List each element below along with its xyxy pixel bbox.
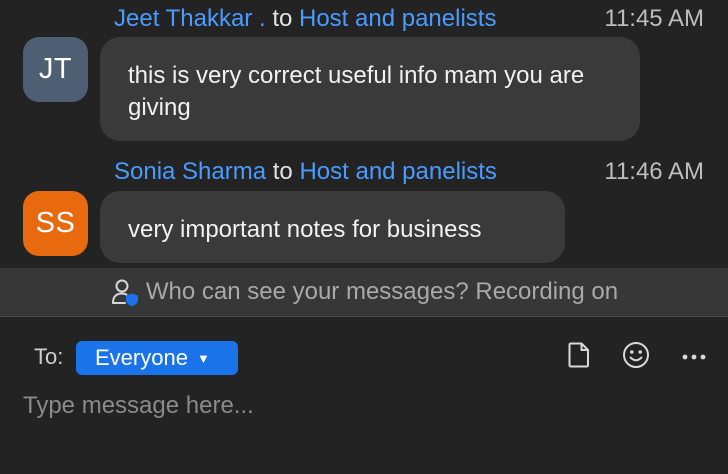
caret-down-icon: ▼ [196, 350, 210, 366]
message-recipient[interactable]: Host and panelists [299, 5, 496, 32]
message-connector: to [272, 158, 293, 185]
emoji-button[interactable] [621, 341, 651, 373]
person-shield-icon [110, 277, 140, 307]
message-input[interactable]: Type message here... [23, 392, 254, 420]
emoji-icon [622, 341, 650, 374]
message-bubble: this is very correct useful info mam you… [100, 37, 640, 141]
message-time: 11:45 AM [604, 5, 704, 32]
message-bubble: very important notes for business [100, 191, 565, 263]
sender-name[interactable]: Jeet Thakkar . [114, 5, 266, 32]
file-button[interactable] [564, 341, 594, 373]
notice-text: Who can see your messages? Recording on [145, 278, 619, 305]
avatar: SS [23, 191, 88, 256]
sender-name[interactable]: Sonia Sharma [114, 158, 266, 185]
message-composer: To: Everyone ▼ Type message here... [0, 317, 728, 474]
chat-message: Jeet Thakkar . to Host and panelists 11:… [0, 2, 728, 142]
message-time: 11:46 AM [604, 158, 704, 185]
recipient-dropdown-label: Everyone [95, 345, 188, 370]
file-icon [566, 341, 592, 374]
message-connector: to [272, 5, 293, 32]
more-button[interactable] [679, 341, 709, 373]
message-recipient[interactable]: Host and panelists [299, 158, 496, 185]
chat-message: Sonia Sharma to Host and panelists 11:46… [0, 155, 728, 265]
chat-panel: Jeet Thakkar . to Host and panelists 11:… [0, 0, 728, 474]
avatar: JT [23, 37, 88, 102]
more-icon [681, 348, 707, 366]
to-label: To: [34, 344, 64, 369]
recipient-dropdown[interactable]: Everyone ▼ [76, 341, 238, 375]
visibility-notice[interactable]: Who can see your messages? Recording on [0, 268, 728, 317]
message-header: Jeet Thakkar . to Host and panelists [114, 2, 496, 36]
message-header: Sonia Sharma to Host and panelists [114, 155, 497, 189]
